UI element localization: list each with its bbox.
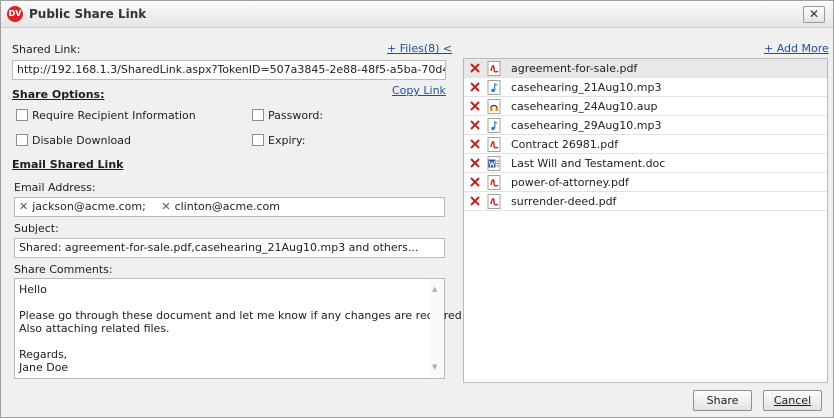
delete-icon[interactable]: [469, 119, 481, 131]
delete-icon[interactable]: [469, 81, 481, 93]
delete-icon[interactable]: [469, 100, 481, 112]
word-icon: [487, 156, 501, 171]
delete-icon[interactable]: [469, 176, 481, 188]
audacity-icon: [487, 99, 501, 114]
expiry-label: Expiry:: [268, 134, 306, 147]
files-toggle-link[interactable]: + Files(8) <: [387, 42, 452, 55]
app-logo-icon: DV: [7, 6, 23, 22]
scroll-down-icon[interactable]: ▼: [432, 361, 437, 374]
file-row[interactable]: casehearing_24Aug10.aup: [464, 97, 827, 116]
file-row[interactable]: agreement-for-sale.pdf: [464, 59, 827, 78]
file-name: casehearing_21Aug10.mp3: [511, 81, 662, 94]
shared-link-label: Shared Link:: [12, 43, 81, 56]
file-row[interactable]: surrender-deed.pdf: [464, 192, 827, 211]
email-section-heading: Email Shared Link: [12, 158, 124, 171]
file-name: casehearing_24Aug10.aup: [511, 100, 658, 113]
share-link-dialog: DV Public Share Link ✕ Shared Link: + Fi…: [0, 0, 834, 418]
comment-line: [19, 296, 440, 309]
file-name: Last Will and Testament.doc: [511, 157, 666, 170]
pdf-icon: [487, 194, 501, 209]
audio-icon: [487, 118, 501, 133]
expiry-checkbox[interactable]: [252, 134, 264, 146]
title-bar: DV Public Share Link ✕: [1, 1, 833, 28]
subject-field[interactable]: Shared: agreement-for-sale.pdf,caseheari…: [14, 238, 445, 258]
file-row[interactable]: power-of-attorney.pdf: [464, 173, 827, 192]
add-more-link[interactable]: + Add More: [764, 42, 829, 55]
shared-link-field[interactable]: http://192.168.1.3/SharedLink.aspx?Token…: [12, 60, 446, 80]
email-address-label: Email Address:: [14, 181, 96, 194]
file-row[interactable]: Contract 26981.pdf: [464, 135, 827, 154]
delete-icon[interactable]: [469, 157, 481, 169]
require-recipient-checkbox[interactable]: [16, 109, 28, 121]
comment-line: Please go through these document and let…: [19, 309, 466, 322]
pdf-icon: [487, 137, 501, 152]
disable-download-label: Disable Download: [32, 134, 131, 147]
file-list: agreement-for-sale.pdf casehearing_21Aug…: [463, 58, 828, 383]
share-comments-label: Share Comments:: [14, 263, 113, 276]
remove-recipient-icon[interactable]: ✕: [19, 200, 28, 213]
comments-scrollbar[interactable]: ▲ ▼: [430, 279, 444, 378]
copy-link-button[interactable]: Copy Link: [392, 84, 446, 97]
comment-line: [19, 335, 440, 348]
comment-line: Jane Doe: [19, 361, 69, 374]
require-recipient-label: Require Recipient Information: [32, 109, 196, 122]
password-checkbox[interactable]: [252, 109, 264, 121]
pdf-icon: [487, 175, 501, 190]
cancel-button[interactable]: Cancel: [763, 390, 822, 411]
disable-download-checkbox[interactable]: [16, 134, 28, 146]
file-row[interactable]: casehearing_21Aug10.mp3: [464, 78, 827, 97]
file-name: casehearing_29Aug10.mp3: [511, 119, 662, 132]
recipient-token[interactable]: ✕ jackson@acme.com;: [19, 200, 146, 213]
comment-line: Also attaching related files.: [19, 322, 170, 335]
comment-line: Hello: [19, 283, 47, 296]
share-options-heading: Share Options:: [12, 88, 105, 101]
audio-icon: [487, 80, 501, 95]
close-icon: ✕: [808, 7, 820, 21]
scroll-up-icon[interactable]: ▲: [432, 283, 437, 296]
file-name: surrender-deed.pdf: [511, 195, 617, 208]
file-row[interactable]: Last Will and Testament.doc: [464, 154, 827, 173]
share-button[interactable]: Share: [693, 390, 752, 411]
share-comments-textarea[interactable]: Hello Please go through these document a…: [14, 278, 466, 379]
file-name: Contract 26981.pdf: [511, 138, 619, 151]
delete-icon[interactable]: [469, 195, 481, 207]
close-button[interactable]: ✕: [803, 6, 825, 23]
recipient-token[interactable]: ✕ clinton@acme.com: [161, 200, 280, 213]
file-name: agreement-for-sale.pdf: [511, 62, 638, 75]
delete-icon[interactable]: [469, 138, 481, 150]
delete-icon[interactable]: [469, 62, 481, 74]
file-name: power-of-attorney.pdf: [511, 176, 629, 189]
password-label: Password:: [268, 109, 324, 122]
pdf-icon: [487, 61, 501, 76]
file-row[interactable]: casehearing_29Aug10.mp3: [464, 116, 827, 135]
comment-line: Regards,: [19, 348, 68, 361]
remove-recipient-icon[interactable]: ✕: [161, 200, 170, 213]
subject-label: Subject:: [14, 222, 59, 235]
dialog-title: Public Share Link: [29, 7, 147, 21]
email-address-field[interactable]: ✕ jackson@acme.com; ✕ clinton@acme.com: [14, 197, 445, 217]
